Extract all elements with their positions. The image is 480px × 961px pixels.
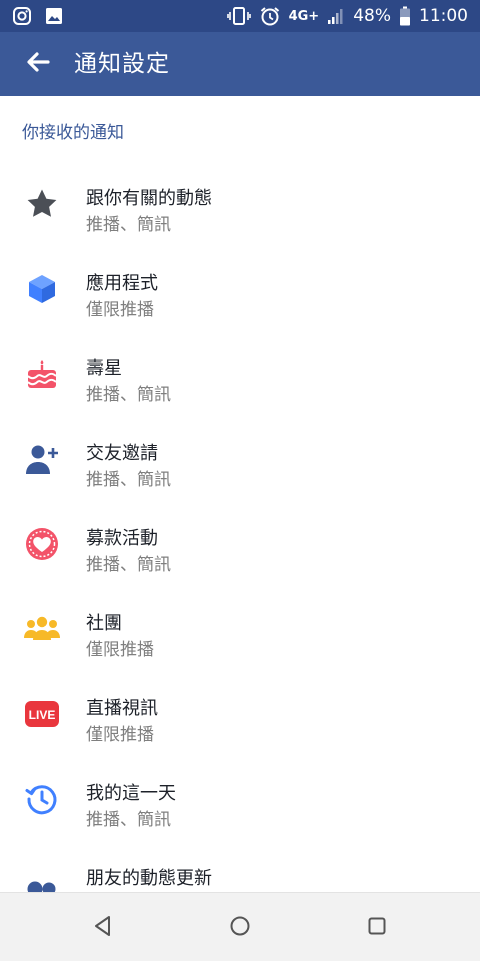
list-item-sub: 推播、簡訊: [86, 385, 171, 405]
nav-home-button[interactable]: [223, 911, 257, 945]
home-circle-icon: [228, 914, 252, 942]
recents-square-icon: [365, 914, 389, 942]
status-right-icons: 4G+ 48% 11:00: [226, 0, 468, 32]
list-item-sub: 推播、簡訊: [86, 470, 171, 490]
add-friend-icon: [24, 441, 60, 477]
list-item-sub: 推播、簡訊: [86, 555, 171, 575]
list-item-groups[interactable]: 社團 僅限推播: [0, 585, 480, 670]
app-bar: 通知設定: [0, 32, 480, 96]
list-item-live-video[interactable]: LIVE 直播視訊 僅限推播: [0, 670, 480, 755]
network-type: 4G+: [288, 8, 320, 24]
nav-back-button[interactable]: [86, 911, 120, 945]
list-item-label: 交友邀請: [86, 443, 158, 464]
gallery-icon: [44, 6, 64, 26]
live-video-icon: LIVE: [24, 696, 60, 732]
list-item-label: 直播視訊: [86, 698, 158, 719]
list-item-label: 壽星: [86, 358, 122, 379]
nav-recents-button[interactable]: [360, 911, 394, 945]
back-arrow-icon: [26, 51, 50, 77]
page-title: 通知設定: [74, 51, 170, 77]
alarm-icon: [259, 5, 281, 27]
list-item-sub: 推播、簡訊: [86, 810, 171, 830]
list-item-label: 應用程式: [86, 273, 158, 294]
live-badge-text: LIVE: [29, 708, 56, 722]
list-item-birthdays[interactable]: 壽星 推播、簡訊: [0, 330, 480, 415]
list-item-sub: 僅限推播: [86, 640, 154, 660]
fundraiser-heart-icon: [24, 526, 60, 562]
list-item-label: 社團: [86, 613, 122, 634]
list-item-sub: 僅限推播: [86, 725, 154, 745]
list-item-friend-requests[interactable]: 交友邀請 推播、簡訊: [0, 415, 480, 500]
list-item-label: 募款活動: [86, 528, 158, 549]
on-this-day-icon: [24, 781, 60, 817]
list-item-label: 我的這一天: [86, 783, 176, 804]
notification-list: 跟你有關的動態 推播、簡訊 應用程式 僅限推播 壽星 推播、簡訊 交友邀請 推播…: [0, 160, 480, 925]
signal-icon: [327, 6, 345, 26]
battery-icon: [399, 6, 411, 26]
list-item-label: 跟你有關的動態: [86, 188, 212, 209]
status-left-icons: [12, 0, 64, 32]
battery-percent: 48%: [353, 6, 391, 26]
groups-icon: [24, 611, 60, 647]
list-item-on-this-day[interactable]: 我的這一天 推播、簡訊: [0, 755, 480, 840]
back-button[interactable]: [20, 48, 56, 80]
list-item-label: 朋友的動態更新: [86, 868, 212, 889]
list-item-sub: 推播、簡訊: [86, 215, 171, 235]
birthday-cake-icon: [24, 356, 60, 392]
section-header: 你接收的通知: [22, 123, 124, 143]
status-bar: 4G+ 48% 11:00: [0, 0, 480, 32]
vibrate-icon: [226, 6, 251, 26]
instagram-icon: [12, 6, 32, 26]
list-item-apps[interactable]: 應用程式 僅限推播: [0, 245, 480, 330]
star-icon: [24, 186, 60, 222]
system-nav-bar: [0, 892, 480, 961]
back-triangle-icon: [91, 914, 115, 942]
cube-icon: [24, 271, 60, 307]
clock: 11:00: [419, 6, 468, 26]
list-item-fundraisers[interactable]: 募款活動 推播、簡訊: [0, 500, 480, 585]
list-item-mentions[interactable]: 跟你有關的動態 推播、簡訊: [0, 160, 480, 245]
list-item-sub: 僅限推播: [86, 300, 154, 320]
